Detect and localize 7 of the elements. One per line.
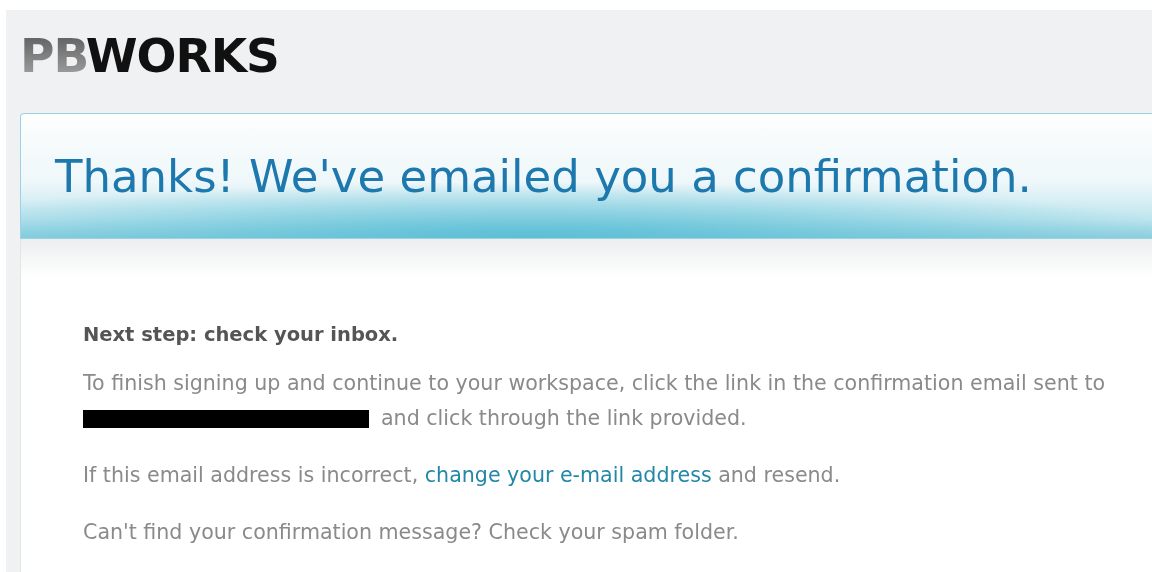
change-email-link[interactable]: change your e-mail address: [424, 463, 712, 487]
banner-title: Thanks! We've emailed you a confirmation.: [55, 149, 1032, 203]
logo: PBWORKS: [20, 28, 279, 84]
instruction-text: Can't find your confirmation message? Check your spam folder.: [83, 519, 740, 546]
instruction-text: If this email address is incorrect, change your e-mail address and resend.: [83, 462, 842, 489]
instruction-text: To finish signing up and continue to your workspace, click the link in the confirmation email sent to and click through the link provided.: [83, 370, 1107, 432]
step-heading: Next step: check your inbox.: [83, 323, 400, 346]
